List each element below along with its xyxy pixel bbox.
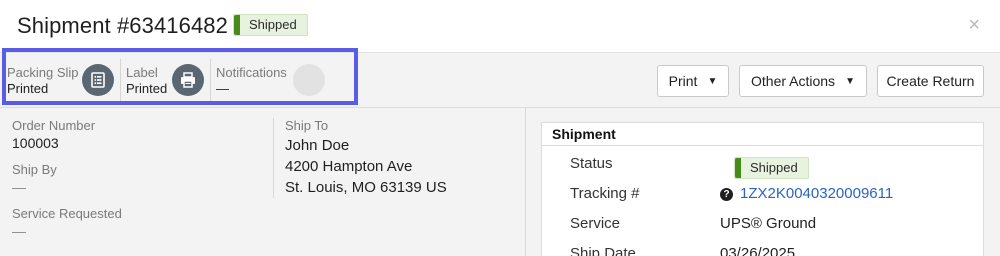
service-requested-label: Service Requested: [12, 206, 122, 221]
chevron-down-icon: ▼: [845, 75, 855, 87]
ship-date-label: Ship Date: [570, 245, 636, 256]
toolbar-divider: [120, 59, 121, 101]
help-icon[interactable]: ?: [720, 188, 733, 201]
packing-slip-value: Printed: [7, 81, 49, 96]
label-value: Printed: [126, 81, 168, 96]
status-label: Status: [570, 155, 613, 172]
create-return-button[interactable]: Create Return: [877, 65, 984, 97]
order-number-value: 100003: [12, 135, 59, 151]
empty-circle-icon[interactable]: [293, 64, 325, 96]
service-value: UPS® Ground: [720, 215, 817, 232]
tracking-label: Tracking #: [570, 185, 640, 202]
printer-icon[interactable]: [172, 64, 204, 96]
ship-to-street: 4200 Hampton Ave: [285, 158, 413, 175]
card-divider: [542, 145, 983, 146]
packing-slip-status: Packing Slip Printed: [7, 53, 119, 109]
tracking-number-link[interactable]: 1ZX2K0040320009611: [740, 185, 893, 202]
label-status: Label Printed: [126, 53, 208, 109]
status-badge: Shipped: [233, 14, 308, 36]
ship-to-name: John Doe: [285, 137, 350, 154]
order-number-label: Order Number: [12, 118, 96, 133]
chevron-down-icon: ▼: [707, 75, 718, 87]
shipment-card: Shipment Status Shipped Tracking # ? 1ZX2…: [541, 122, 984, 256]
column-divider: [273, 118, 274, 198]
notifications-value: —: [216, 81, 229, 96]
create-return-button-label: Create Return: [886, 73, 975, 89]
ship-date-value: 03/26/2025: [720, 245, 796, 256]
close-icon[interactable]: ×: [968, 14, 980, 37]
modal-header: Shipment #63416482 Shipped ×: [0, 0, 1000, 52]
order-details-panel: Order Number 100003 Ship By — Service Re…: [0, 108, 526, 256]
shipment-card-title: Shipment: [552, 126, 616, 142]
service-label: Service: [570, 215, 621, 232]
service-requested-value: —: [12, 223, 26, 239]
notifications-status: Notifications —: [216, 53, 328, 109]
document-list-icon[interactable]: [82, 64, 114, 96]
shipment-summary-panel: Shipment Status Shipped Tracking # ? 1ZX2…: [526, 108, 1000, 256]
print-button[interactable]: Print ▼: [657, 65, 729, 97]
ship-by-value: —: [12, 179, 26, 195]
notifications-label: Notifications: [216, 65, 287, 80]
ship-to-label: Ship To: [285, 118, 329, 133]
print-button-label: Print: [668, 73, 698, 89]
page-title: Shipment #63416482: [17, 13, 228, 38]
ship-by-label: Ship By: [12, 162, 57, 177]
other-actions-button[interactable]: Other Actions ▼: [739, 65, 867, 97]
shipment-toolbar: Packing Slip Printed Label Printed Notif…: [0, 48, 1000, 109]
tracking-row: ? 1ZX2K0040320009611: [720, 185, 893, 202]
packing-slip-label: Packing Slip: [7, 65, 79, 80]
label-label: Label: [126, 65, 158, 80]
ship-to-city: St. Louis, MO 63139 US: [285, 179, 447, 196]
toolbar-divider: [210, 59, 211, 101]
other-actions-button-label: Other Actions: [751, 73, 836, 89]
shipment-status-badge: Shipped: [734, 157, 809, 179]
